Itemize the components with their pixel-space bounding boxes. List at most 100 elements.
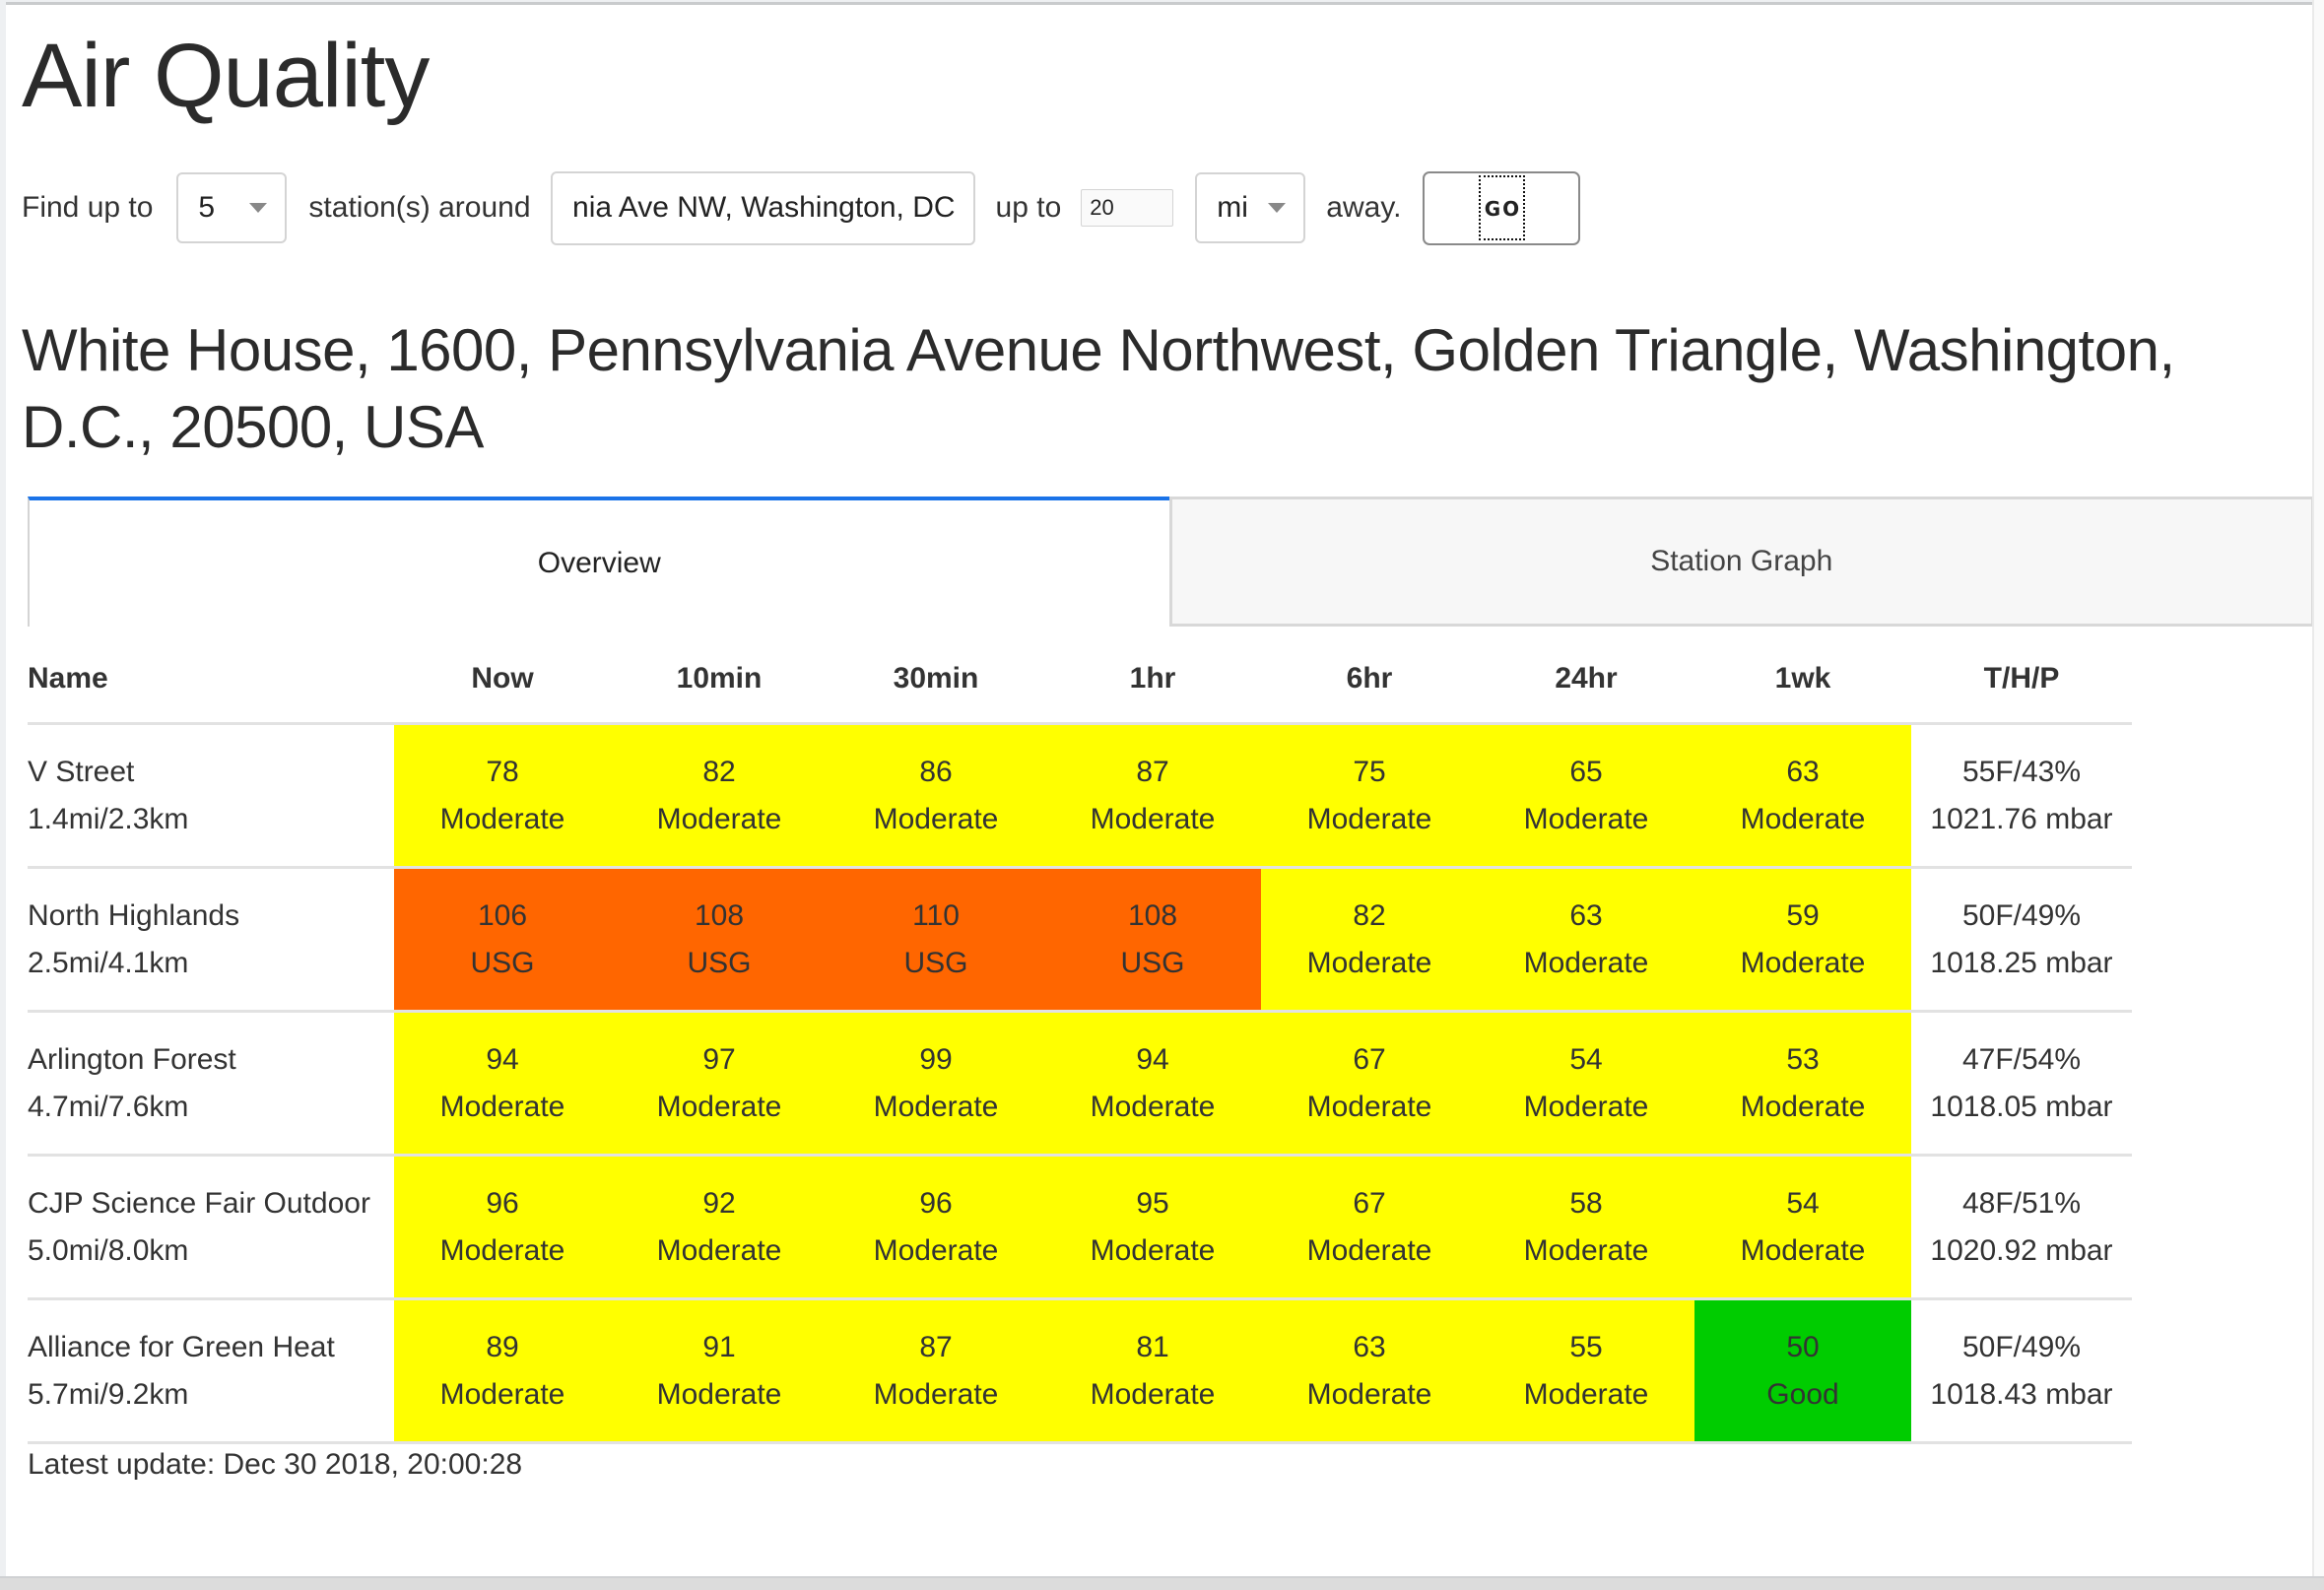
find-up-to-label: Find up to — [22, 191, 154, 224]
aqi-cell: 110 USG — [828, 867, 1044, 1013]
aqi-cell: 81 Moderate — [1044, 1298, 1261, 1444]
temp-humidity: 48F/51% — [1961, 1186, 2082, 1220]
aqi-cell: 92 Moderate — [611, 1155, 828, 1300]
temp-humidity: 55F/43% — [1961, 755, 2082, 788]
go-button-label: GO — [1478, 175, 1526, 240]
thp-cell: 50F/49% 1018.25 mbar — [1911, 867, 2132, 1013]
aqi-value: 106 — [477, 898, 528, 932]
aqi-cell: 63 Moderate — [1261, 1298, 1478, 1444]
aqi-cell: 65 Moderate — [1478, 723, 1694, 869]
aqi-cell: 96 Moderate — [394, 1155, 611, 1300]
aqi-cell: 95 Moderate — [1044, 1155, 1261, 1300]
station-name-cell: Alliance for Green Heat 5.7mi/9.2km — [28, 1298, 394, 1444]
column-header-30min: 30min — [828, 635, 1044, 725]
table-row: CJP Science Fair Outdoor 5.0mi/8.0km 96 Mod… — [28, 1155, 2132, 1300]
aqi-category: Moderate — [439, 802, 565, 835]
aqi-cell: 67 Moderate — [1261, 1011, 1478, 1157]
aqi-category: Good — [1766, 1377, 1839, 1411]
aqi-category: Moderate — [1306, 802, 1432, 835]
aqi-category: Moderate — [873, 1233, 999, 1267]
pressure: 1018.43 mbar — [1930, 1377, 2113, 1411]
station-distance: 4.7mi/7.6km — [28, 1090, 189, 1123]
aqi-cell: 94 Moderate — [394, 1011, 611, 1157]
thp-cell: 50F/49% 1018.43 mbar — [1911, 1298, 2132, 1444]
tab-overview[interactable]: Overview — [28, 497, 1169, 627]
aqi-value: 87 — [1136, 755, 1169, 788]
aqi-value: 67 — [1353, 1042, 1386, 1076]
tab-station-graph[interactable]: Station Graph — [1168, 497, 2314, 627]
aqi-category: Moderate — [439, 1377, 565, 1411]
aqi-value: 54 — [1569, 1042, 1603, 1076]
distance-input[interactable]: 20 — [1081, 189, 1174, 227]
pressure: 1018.05 mbar — [1930, 1090, 2113, 1123]
aqi-category: Moderate — [1090, 1233, 1216, 1267]
aqi-value: 55 — [1569, 1330, 1603, 1363]
aqi-cell: 78 Moderate — [394, 723, 611, 869]
aqi-category: Moderate — [1090, 1377, 1216, 1411]
table-row: North Highlands 2.5mi/4.1km 106 USG 108 USG 11… — [28, 867, 2132, 1013]
station-name: CJP Science Fair Outdoor — [28, 1186, 370, 1220]
station-distance: 1.4mi/2.3km — [28, 802, 189, 835]
aqi-value: 78 — [486, 755, 519, 788]
column-header-6hr: 6hr — [1261, 635, 1478, 725]
thp-cell: 48F/51% 1020.92 mbar — [1911, 1155, 2132, 1300]
air-quality-table: Name Now 10min 30min 1hr 6hr 24hr 1wk T/… — [28, 635, 2132, 1444]
station-name: Alliance for Green Heat — [28, 1330, 335, 1363]
aqi-cell: 58 Moderate — [1478, 1155, 1694, 1300]
aqi-value: 94 — [1136, 1042, 1169, 1076]
pressure: 1021.76 mbar — [1930, 802, 2113, 835]
aqi-category: Moderate — [1306, 1090, 1432, 1123]
station-distance: 5.7mi/9.2km — [28, 1377, 189, 1411]
aqi-value: 67 — [1353, 1186, 1386, 1220]
tab-station-graph-label: Station Graph — [1650, 545, 1833, 577]
station-search-form: Find up to 5 station(s) around nia Ave N… — [22, 170, 1581, 245]
aqi-value: 54 — [1786, 1186, 1820, 1220]
address-input-value: nia Ave NW, Washington, DC — [572, 191, 956, 224]
aqi-value: 58 — [1569, 1186, 1603, 1220]
aqi-value: 82 — [1353, 898, 1386, 932]
aqi-value: 96 — [486, 1186, 519, 1220]
aqi-value: 81 — [1136, 1330, 1169, 1363]
page: Air Quality Find up to 5 station(s) arou… — [6, 2, 2314, 1578]
column-header-now: Now — [394, 635, 611, 725]
aqi-category: Moderate — [1523, 1090, 1649, 1123]
aqi-value: 87 — [919, 1330, 953, 1363]
aqi-category: Moderate — [439, 1090, 565, 1123]
aqi-value: 86 — [919, 755, 953, 788]
aqi-value: 97 — [702, 1042, 736, 1076]
station-count-select[interactable]: 5 — [176, 172, 288, 243]
aqi-value: 50 — [1786, 1330, 1820, 1363]
aqi-value: 53 — [1786, 1042, 1820, 1076]
aqi-category: Moderate — [656, 1377, 782, 1411]
pressure: 1018.25 mbar — [1930, 946, 2113, 979]
address-input[interactable]: nia Ave NW, Washington, DC — [550, 170, 975, 245]
aqi-category: Moderate — [1090, 1090, 1216, 1123]
column-header-1wk: 1wk — [1694, 635, 1911, 725]
table-row: Arlington Forest 4.7mi/7.6km 94 Moderate 97 M… — [28, 1011, 2132, 1157]
aqi-value: 110 — [912, 898, 960, 932]
table-row: Alliance for Green Heat 5.7mi/9.2km 89 Mode… — [28, 1298, 2132, 1444]
column-header-thp: T/H/P — [1911, 635, 2132, 725]
station-distance: 2.5mi/4.1km — [28, 946, 189, 979]
unit-select[interactable]: mi — [1195, 172, 1306, 243]
aqi-cell: 59 Moderate — [1694, 867, 1911, 1013]
aqi-cell: 87 Moderate — [1044, 723, 1261, 869]
aqi-cell: 89 Moderate — [394, 1298, 611, 1444]
temp-humidity: 50F/49% — [1961, 898, 2082, 932]
aqi-value: 92 — [702, 1186, 736, 1220]
column-header-24hr: 24hr — [1478, 635, 1694, 725]
aqi-cell: 99 Moderate — [828, 1011, 1044, 1157]
aqi-cell: 82 Moderate — [611, 723, 828, 869]
go-button[interactable]: GO — [1423, 170, 1581, 245]
aqi-value: 63 — [1569, 898, 1603, 932]
aqi-cell: 106 USG — [394, 867, 611, 1013]
view-tabs: Overview Station Graph — [28, 497, 2314, 627]
aqi-category: USG — [1120, 946, 1185, 979]
temp-humidity: 47F/54% — [1961, 1042, 2082, 1076]
aqi-value: 99 — [919, 1042, 953, 1076]
aqi-cell: 94 Moderate — [1044, 1011, 1261, 1157]
aqi-category: Moderate — [1740, 1233, 1866, 1267]
up-to-label: up to — [995, 191, 1062, 224]
station-name-cell: Arlington Forest 4.7mi/7.6km — [28, 1011, 394, 1157]
station-count-value: 5 — [198, 191, 216, 224]
